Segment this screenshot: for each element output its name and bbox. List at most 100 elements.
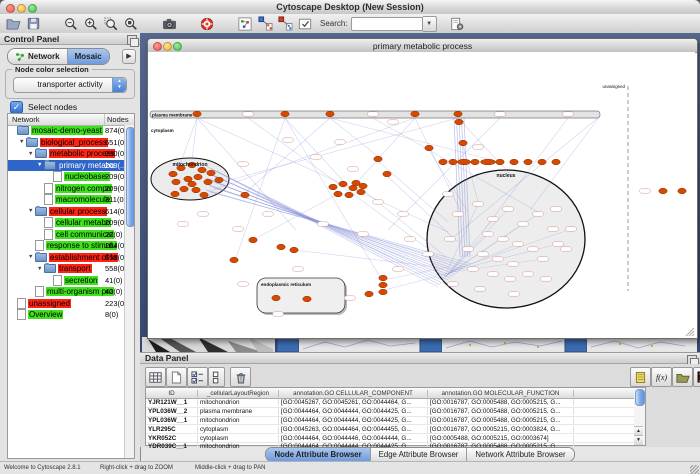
column-cellular-component[interactable]: annotation.GO CELLULAR_COMPONENT: [279, 390, 428, 397]
select-attributes-button[interactable]: [187, 367, 208, 387]
expander-icon[interactable]: ▼: [37, 266, 44, 272]
graph-node[interactable]: [383, 171, 391, 177]
matrix-view-button[interactable]: [693, 367, 700, 387]
graph-node[interactable]: [194, 174, 202, 180]
expander-icon[interactable]: ▼: [28, 254, 35, 260]
graph-node[interactable]: [277, 244, 285, 250]
float-panel-icon[interactable]: [127, 35, 137, 45]
graph-node[interactable]: [352, 180, 360, 186]
table-row[interactable]: YLR295Ccytoplasm[GO:0045263, GO:0044464,…: [146, 425, 634, 434]
tree-row[interactable]: unassigned223(0): [8, 298, 134, 310]
graph-node[interactable]: [198, 167, 206, 173]
table-row[interactable]: YJR121W__1mitochondrion[GO:0045267, GO:0…: [146, 399, 634, 408]
save-session-button[interactable]: [24, 15, 42, 32]
tree-row[interactable]: ▼transport558(0): [8, 263, 134, 275]
select-nodes-checkbox[interactable]: ✓: [10, 101, 23, 114]
tree-row[interactable]: multi-organism pro42(0): [8, 286, 134, 298]
expander-icon[interactable]: ▼: [37, 162, 44, 168]
unselect-attributes-button[interactable]: [208, 367, 225, 387]
graph-node[interactable]: [281, 111, 289, 117]
tree-scrollbar-thumb[interactable]: [126, 127, 135, 227]
tree-row[interactable]: cellular metabo209(0): [8, 217, 134, 229]
zoom-fit-button[interactable]: [122, 15, 140, 32]
tree-row[interactable]: macromolecule311(0): [8, 194, 134, 206]
network-view-titlebar[interactable]: primary metabolic process: [148, 39, 697, 53]
graph-node[interactable]: [659, 188, 667, 194]
graph-node[interactable]: [169, 171, 177, 177]
graph-node[interactable]: [510, 159, 518, 165]
graph-node[interactable]: [365, 291, 373, 297]
table-scrollbar-thumb[interactable]: [635, 389, 645, 406]
attribute-editor-button[interactable]: [630, 367, 651, 387]
tree-row[interactable]: nitrogen compo209(0): [8, 183, 134, 195]
graph-node[interactable]: [192, 187, 200, 193]
network-view-window[interactable]: primary metabolic process plasma membran…: [147, 38, 698, 339]
tree-row[interactable]: response to stimulu264(0): [8, 240, 134, 252]
graph-node[interactable]: [379, 282, 387, 288]
tree-row[interactable]: ▼metabolic process280(0): [8, 148, 134, 160]
attribute-table-button[interactable]: [145, 367, 166, 387]
delete-attribute-button[interactable]: [230, 367, 251, 387]
scroll-down-icon[interactable]: ▼: [634, 435, 643, 445]
table-row[interactable]: YPL036W__1mitochondrion[GO:0044464, GO:0…: [146, 417, 634, 426]
graph-node[interactable]: [524, 159, 532, 165]
graph-node[interactable]: [172, 179, 180, 185]
network-overview-button[interactable]: [236, 15, 254, 32]
graph-node[interactable]: [200, 192, 208, 198]
graph-node[interactable]: [455, 119, 463, 125]
graph-node[interactable]: [459, 140, 467, 146]
graph-node[interactable]: [425, 145, 433, 151]
tree-row[interactable]: cell communicat22(0): [8, 229, 134, 241]
graph-node[interactable]: [552, 159, 560, 165]
graph-node[interactable]: [184, 176, 192, 182]
graph-node[interactable]: [207, 170, 215, 176]
tree-row[interactable]: nucleobase-209(0): [8, 171, 134, 183]
import-attributes-button[interactable]: [672, 367, 693, 387]
formula-builder-button[interactable]: f(x): [651, 367, 672, 387]
graph-node[interactable]: [303, 296, 311, 302]
attr-tab-node[interactable]: Node Attribute Browser: [266, 448, 370, 461]
zoom-out-button[interactable]: [62, 15, 80, 32]
graph-node[interactable]: [454, 111, 462, 117]
zoom-selected-button[interactable]: [102, 15, 120, 32]
graph-node[interactable]: [379, 275, 387, 281]
column-molecular-function[interactable]: annotation.GO MOLECULAR_FUNCTION: [428, 390, 574, 397]
annotation-button[interactable]: [296, 15, 314, 32]
graph-node[interactable]: [449, 159, 457, 165]
tree-scrollbar[interactable]: [124, 125, 134, 458]
network-canvas[interactable]: plasma membranecytoplasmmitochondrionnuc…: [148, 52, 695, 337]
help-button[interactable]: [198, 15, 216, 32]
tab-overflow-button[interactable]: ▶: [122, 49, 136, 64]
tree-row[interactable]: ▼biological_process651(0): [8, 137, 134, 149]
open-session-button[interactable]: [4, 15, 22, 32]
vizmapper-button[interactable]: [256, 15, 274, 32]
graph-node[interactable]: [249, 237, 257, 243]
graph-node[interactable]: [458, 159, 471, 165]
expander-icon[interactable]: ▼: [28, 208, 35, 214]
search-config-button[interactable]: [448, 15, 466, 32]
graph-node[interactable]: [180, 186, 188, 192]
graph-node[interactable]: [326, 111, 334, 117]
attr-tab-edge[interactable]: Edge Attribute Browser: [371, 448, 468, 461]
graph-node[interactable]: [215, 177, 223, 183]
graph-node[interactable]: [538, 159, 546, 165]
table-row[interactable]: YKR052Ccytoplasm[GO:0044464, GO:0044446,…: [146, 434, 634, 443]
expander-icon[interactable]: ▼: [19, 139, 26, 145]
graph-node[interactable]: [241, 192, 249, 198]
tree-row[interactable]: mosaic-demo-yeast874(0): [8, 125, 134, 137]
graph-node[interactable]: [357, 189, 365, 195]
graph-node[interactable]: [329, 184, 337, 190]
graph-node[interactable]: [411, 111, 419, 117]
graph-node[interactable]: [290, 247, 298, 253]
zoom-in-button[interactable]: [82, 15, 100, 32]
graph-node[interactable]: [272, 295, 280, 301]
tab-mosaic[interactable]: Mosaic: [68, 49, 109, 64]
search-dropdown-button[interactable]: ▼: [423, 16, 437, 32]
graph-node[interactable]: [379, 289, 387, 295]
graph-node[interactable]: [204, 179, 212, 185]
snapshot-button[interactable]: [160, 15, 178, 32]
graph-node[interactable]: [678, 188, 686, 194]
attr-tab-network[interactable]: Network Attribute Browser: [467, 448, 573, 461]
graph-node[interactable]: [471, 159, 479, 165]
tree-row[interactable]: ▼establishment of lo558(0): [8, 252, 134, 264]
